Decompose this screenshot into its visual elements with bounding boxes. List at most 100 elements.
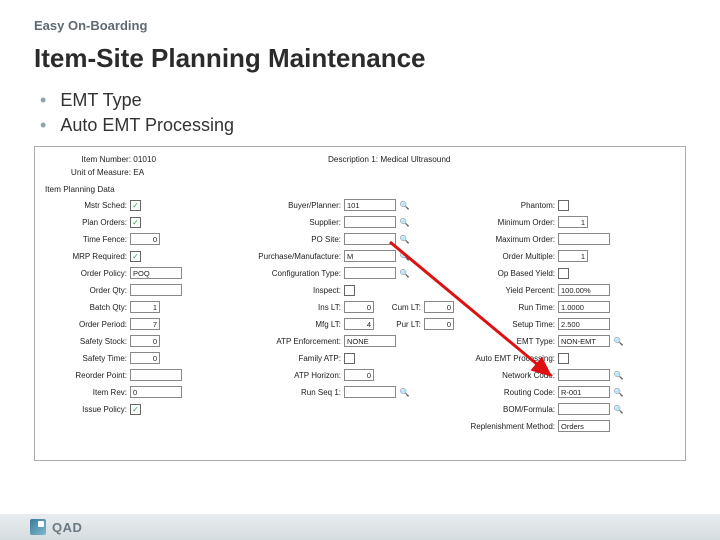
text-field[interactable]: NONE [344, 335, 396, 347]
lookup-field[interactable] [344, 216, 396, 228]
field-label: Safety Time: [41, 354, 127, 363]
field-label: Pur LT: [377, 320, 421, 329]
checkbox[interactable] [558, 353, 569, 364]
text-field[interactable]: 100.00% [558, 284, 610, 296]
text-field[interactable]: 0 [130, 386, 182, 398]
number-field[interactable]: 7 [130, 318, 160, 330]
description-label: Description 1: [292, 155, 378, 164]
text-field[interactable]: 1.0000 [558, 301, 610, 313]
number-field[interactable]: 0 [130, 335, 160, 347]
lookup-icon[interactable]: 🔍 [399, 268, 410, 279]
footer-bar: QAD [0, 514, 720, 540]
field-label: Cum LT: [377, 303, 421, 312]
field-label: Ins LT: [255, 303, 341, 312]
lookup-field[interactable] [558, 403, 610, 415]
lookup-icon[interactable]: 🔍 [399, 217, 410, 228]
form-row: Routing Code:R-001🔍 [469, 385, 679, 399]
lookup-icon[interactable]: 🔍 [613, 336, 624, 347]
text-field[interactable]: POQ [130, 267, 182, 279]
field-label: Mstr Sched: [41, 201, 127, 210]
form-row: Configuration Type: 🔍 [255, 266, 465, 280]
form-row: EMT Type:NON-EMT🔍 [469, 334, 679, 348]
field-label: Configuration Type: [255, 269, 341, 278]
section-title: Item Planning Data [35, 181, 685, 196]
field-label: Order Multiple: [469, 252, 555, 261]
lookup-icon[interactable]: 🔍 [399, 234, 410, 245]
bullet-list: EMT Type Auto EMT Processing [0, 74, 720, 136]
lookup-field[interactable] [344, 233, 396, 245]
field-label: BOM/Formula: [469, 405, 555, 414]
lookup-icon[interactable]: 🔍 [613, 387, 624, 398]
lookup-icon[interactable]: 🔍 [399, 387, 410, 398]
number-field[interactable]: 0 [424, 318, 454, 330]
checkbox[interactable] [344, 285, 355, 296]
field-label: Maximum Order: [469, 235, 555, 244]
field-label: Safety Stock: [41, 337, 127, 346]
lookup-field[interactable]: R-001 [558, 386, 610, 398]
text-field[interactable] [558, 233, 610, 245]
form-row: Issue Policy:✓ [41, 402, 251, 416]
form-row: Purchase/Manufacture:M🔍 [255, 249, 465, 263]
form-row: Ins LT:0Cum LT:0 [255, 300, 465, 314]
field-label: Setup Time: [469, 320, 555, 329]
form-row: Order Period:7 [41, 317, 251, 331]
item-number-value: 01010 [133, 155, 156, 164]
lookup-field[interactable] [344, 267, 396, 279]
field-label: Order Period: [41, 320, 127, 329]
field-label: Purchase/Manufacture: [255, 252, 341, 261]
field-label: Run Time: [469, 303, 555, 312]
checkbox[interactable]: ✓ [130, 251, 141, 262]
field-label: Order Qty: [41, 286, 127, 295]
lookup-field[interactable] [558, 369, 610, 381]
field-label: Minimum Order: [469, 218, 555, 227]
number-field[interactable]: 0 [344, 301, 374, 313]
number-field[interactable]: 4 [344, 318, 374, 330]
number-field[interactable]: 0 [424, 301, 454, 313]
field-label: MRP Required: [41, 252, 127, 261]
number-field[interactable]: 1 [558, 250, 588, 262]
field-label: Mfg LT: [255, 320, 341, 329]
number-field[interactable]: 0 [130, 233, 160, 245]
number-field[interactable]: 1 [130, 301, 160, 313]
lookup-icon[interactable]: 🔍 [613, 370, 624, 381]
field-label: Family ATP: [255, 354, 341, 363]
form-row: Run Time:1.0000 [469, 300, 679, 314]
field-label: Phantom: [469, 201, 555, 210]
form-row: Reorder Point: [41, 368, 251, 382]
form-row: Setup Time:2.500 [469, 317, 679, 331]
form-row: ATP Horizon:0 [255, 368, 465, 382]
lookup-icon[interactable]: 🔍 [613, 404, 624, 415]
form-row: Yield Percent:100.00% [469, 283, 679, 297]
field-label: Order Policy: [41, 269, 127, 278]
checkbox[interactable] [558, 268, 569, 279]
text-field[interactable]: 2.500 [558, 318, 610, 330]
um-value: EA [133, 168, 144, 177]
checkbox[interactable]: ✓ [130, 217, 141, 228]
number-field[interactable]: 1 [558, 216, 588, 228]
text-field[interactable] [130, 369, 182, 381]
field-label: Issue Policy: [41, 405, 127, 414]
lookup-field[interactable]: 101 [344, 199, 396, 211]
number-field[interactable]: 0 [344, 369, 374, 381]
lookup-icon[interactable]: 🔍 [399, 200, 410, 211]
lookup-field[interactable] [344, 386, 396, 398]
checkbox[interactable]: ✓ [130, 200, 141, 211]
text-field[interactable] [130, 284, 182, 296]
form-row: Item Rev:0 [41, 385, 251, 399]
form-row: Supplier:🔍 [255, 215, 465, 229]
lookup-field[interactable]: NON-EMT [558, 335, 610, 347]
form-row: Buyer/Planner:101🔍 [255, 198, 465, 212]
form-row: Time Fence:0 [41, 232, 251, 246]
lookup-field[interactable]: M [344, 250, 396, 262]
form-row: Run Seq 1:🔍 [255, 385, 465, 399]
form-row: Order Multiple:1 [469, 249, 679, 263]
checkbox[interactable] [558, 200, 569, 211]
logo-text: QAD [52, 520, 82, 535]
number-field[interactable]: 0 [130, 352, 160, 364]
text-field[interactable]: Orders [558, 420, 610, 432]
checkbox[interactable] [344, 353, 355, 364]
lookup-icon[interactable]: 🔍 [399, 251, 410, 262]
checkbox[interactable]: ✓ [130, 404, 141, 415]
app-screenshot: Item Number: 01010 Description 1: Medica… [34, 146, 686, 461]
field-label: Network Code: [469, 371, 555, 380]
